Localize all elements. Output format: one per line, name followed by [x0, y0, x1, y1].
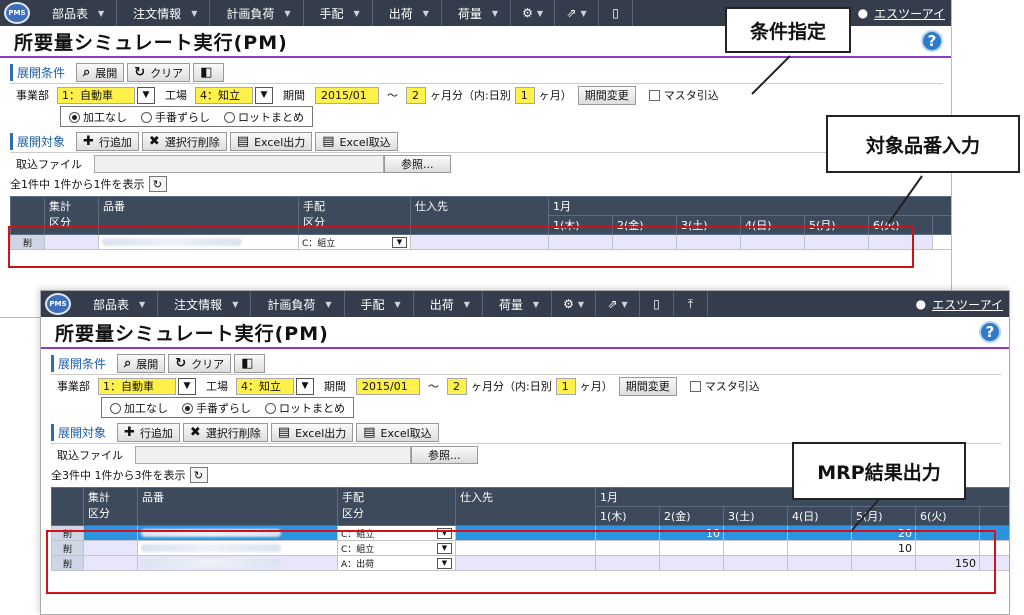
callout-line [751, 55, 791, 95]
callout-line [851, 497, 881, 531]
callout-condition: 条件指定 [725, 7, 851, 53]
callout-lines [751, 55, 923, 531]
callout-target-input: 対象品番入力 [826, 115, 1020, 173]
callout-mrp-output: MRP結果出力 [792, 442, 966, 500]
callout-line [887, 175, 923, 225]
